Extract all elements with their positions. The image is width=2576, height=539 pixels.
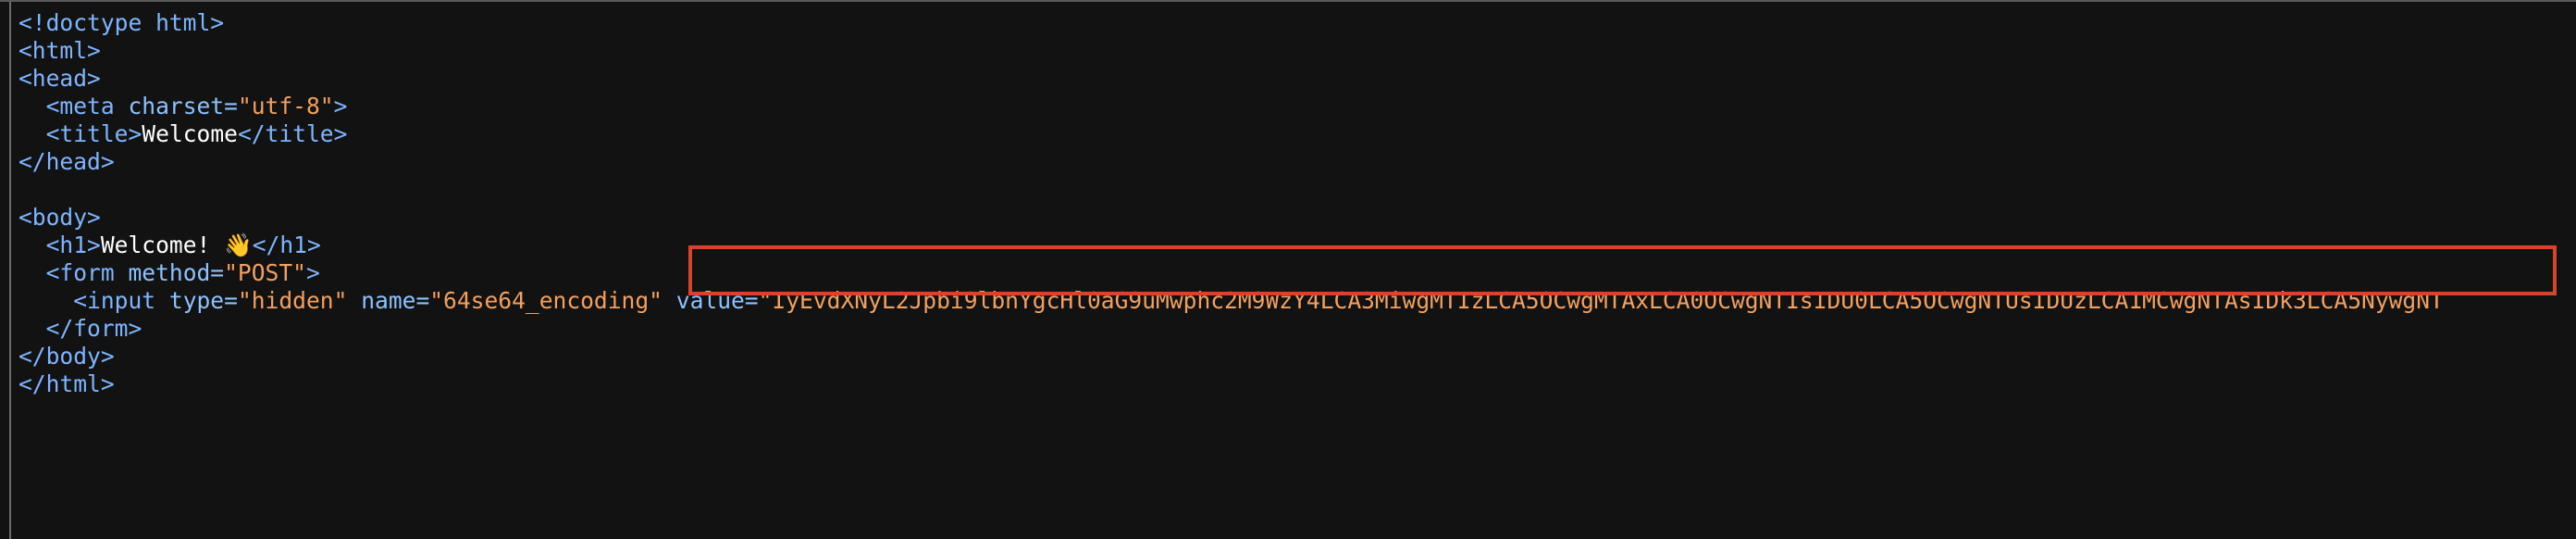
code-token: Welcome! 👋 — [100, 232, 253, 258]
code-token: "utf-8" — [237, 93, 334, 119]
code-line: </form> — [19, 315, 2444, 343]
code-token: > — [333, 93, 348, 119]
code-token: "hidden" — [237, 287, 348, 314]
code-line: <meta charset="utf-8"> — [19, 93, 2444, 120]
code-token: <h1> — [45, 232, 101, 258]
code-line: <form method="POST"> — [19, 259, 2444, 287]
code-token: Welcome — [142, 120, 238, 147]
code-token: type= — [168, 287, 238, 314]
code-line: <body> — [19, 204, 2444, 232]
code-line: </head> — [19, 148, 2444, 176]
code-token: method= — [128, 259, 225, 286]
code-token: <html> — [19, 37, 101, 64]
code-token: "64se64_encoding" — [429, 287, 663, 314]
code-viewer: <!doctype html> <html> <head> <meta charse… — [0, 0, 2576, 539]
code-token: value= — [662, 287, 759, 314]
code-token: <form — [45, 259, 129, 286]
code-line: </html> — [19, 370, 2444, 398]
code-line: <!doctype html> — [19, 9, 2444, 37]
code-line: </body> — [19, 343, 2444, 370]
code-token: name= — [347, 287, 430, 314]
source-code[interactable]: <!doctype html> <html> <head> <meta charse… — [19, 9, 2444, 398]
code-line: <h1>Welcome! 👋</h1> — [19, 232, 2444, 259]
code-token: <!doctype html> — [19, 9, 225, 36]
code-line: <html> — [19, 37, 2444, 65]
code-token: </title> — [237, 120, 348, 147]
code-token: <body> — [19, 204, 101, 231]
code-token: "IyEvdXNyL2Jpbi9lbnYgcHl0aG9uMwphc2M9WzY… — [758, 287, 2444, 314]
code-token: <input — [73, 287, 169, 314]
code-token: <head> — [19, 65, 101, 92]
code-line: <head> — [19, 65, 2444, 93]
code-line: <title>Welcome</title> — [19, 120, 2444, 148]
code-line: <input type="hidden" name="64se64_encodi… — [19, 287, 2444, 315]
code-token: </h1> — [252, 232, 321, 258]
code-token: "POST" — [224, 259, 306, 286]
code-token: </html> — [19, 370, 115, 397]
code-token: </form> — [45, 315, 142, 342]
code-token: <title> — [45, 120, 142, 147]
gutter-border — [0, 2, 11, 539]
code-token: > — [305, 259, 320, 286]
code-token: <meta — [45, 93, 129, 119]
code-token: </body> — [19, 343, 115, 370]
code-token: charset= — [128, 93, 238, 119]
code-token: </head> — [19, 148, 115, 175]
